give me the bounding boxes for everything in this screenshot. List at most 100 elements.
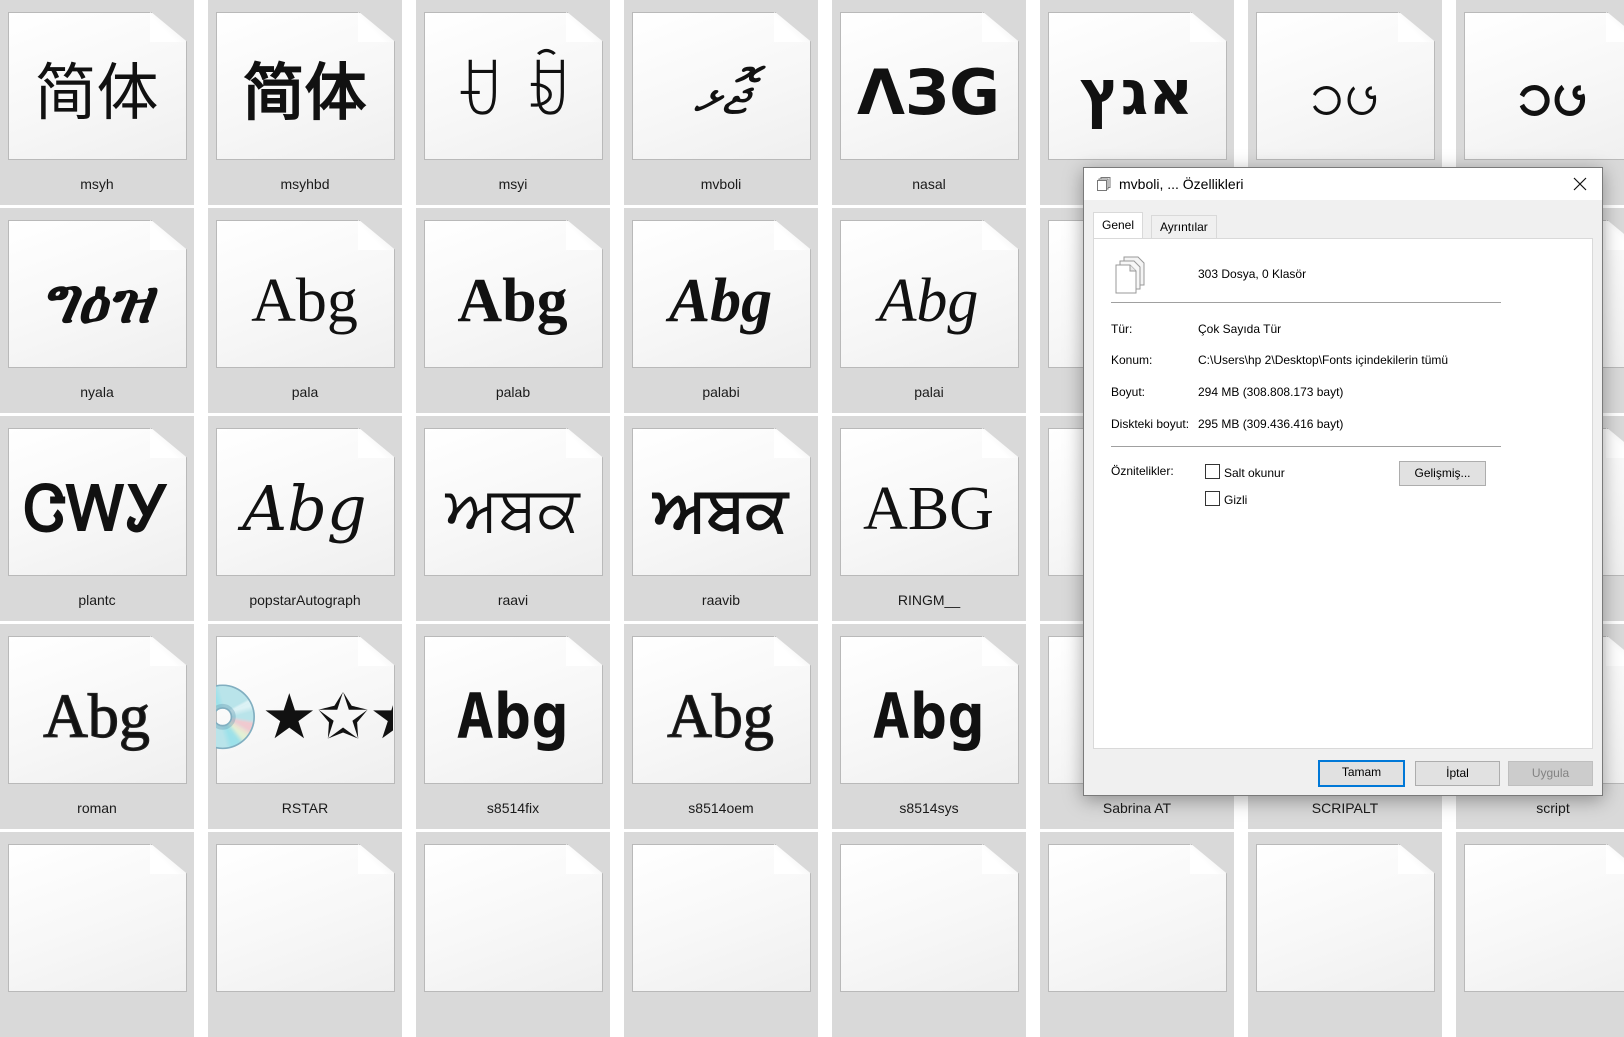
font-file-tile[interactable]: Abg palai <box>832 208 1026 413</box>
font-sample-preview: Abg <box>456 679 569 753</box>
font-file-tile[interactable]: ꀀ ꀁ msyi <box>416 0 610 205</box>
font-file-tile[interactable]: Abg s8514sys <box>832 624 1026 829</box>
page-fold-icon <box>982 636 1017 666</box>
page-fold-icon <box>1606 844 1624 874</box>
font-sample-preview: ၥၒ <box>1309 55 1380 129</box>
cancel-button[interactable]: İptal <box>1415 761 1500 786</box>
file-count: 303 Dosya, 0 Klasör <box>1198 267 1307 281</box>
tab-general[interactable]: Genel <box>1093 212 1144 238</box>
page-fold-icon <box>1190 844 1225 874</box>
page-fold-icon <box>774 844 809 874</box>
font-sample-preview: 💿★✩★ <box>216 679 393 753</box>
type-value: Çok Sayıda Tür <box>1198 322 1282 336</box>
page-fold-icon <box>1190 12 1225 42</box>
font-file-tile[interactable]: ਅਬਕ raavi <box>416 416 610 621</box>
page-fold-icon <box>566 12 601 42</box>
font-file-tile[interactable]: ግዕዝ nyala <box>0 208 194 413</box>
divider <box>1111 302 1501 303</box>
font-file-tile[interactable]: ABG RINGM__ <box>832 416 1026 621</box>
multiple-files-icon <box>1097 177 1111 191</box>
close-icon <box>1573 177 1587 191</box>
font-file-tile[interactable]: Abg palab <box>416 208 610 413</box>
page-fold-icon <box>774 428 809 458</box>
font-file-tile[interactable]: ΛЗG nasal <box>832 0 1026 205</box>
font-file-tile[interactable]: Abg roman <box>0 624 194 829</box>
font-file-tile[interactable]: 💿★✩★ RSTAR <box>208 624 402 829</box>
font-file-name: Sabrina AT <box>1102 800 1172 816</box>
font-file-tile[interactable]: Abg popstarAutograph <box>208 416 402 621</box>
page-fold-icon <box>150 220 185 250</box>
font-file-name: SCRIPALT <box>1311 800 1379 816</box>
attributes-label: Öznitelikler: <box>1111 464 1174 478</box>
location-label: Konum: <box>1111 353 1153 367</box>
font-sample-preview: Abg <box>878 266 979 335</box>
font-file-tile[interactable]: 简体 msyhbd <box>208 0 402 205</box>
page-fold-icon <box>358 636 393 666</box>
font-sample-preview <box>424 872 601 977</box>
hidden-label[interactable]: Gizli <box>1224 493 1247 507</box>
readonly-checkbox[interactable] <box>1205 464 1220 479</box>
font-file-tile[interactable]: ᏣᎳᎩ plantc <box>0 416 194 621</box>
font-file-tile[interactable] <box>1248 832 1442 1037</box>
page-fold-icon <box>1398 844 1433 874</box>
font-file-tile[interactable] <box>1456 832 1624 1037</box>
font-file-tile[interactable]: 简体 msyh <box>0 0 194 205</box>
font-sample-preview <box>1256 872 1433 977</box>
font-file-tile[interactable]: ޖޮޅ mvboli <box>624 0 818 205</box>
apply-button[interactable]: Uygula <box>1508 761 1593 786</box>
font-file-tile[interactable] <box>416 832 610 1037</box>
divider <box>1111 446 1501 447</box>
font-file-tile[interactable]: ਅਬਕ raavib <box>624 416 818 621</box>
font-sample-preview: Abg <box>43 682 151 751</box>
font-file-tile[interactable]: Abg s8514fix <box>416 624 610 829</box>
dialog-titlebar[interactable]: mvboli, ... Özellikleri <box>1084 168 1602 200</box>
font-file-tile[interactable] <box>0 832 194 1037</box>
properties-dialog: mvboli, ... Özellikleri Genel Ayrıntılar… <box>1083 167 1603 796</box>
page-fold-icon <box>1398 12 1433 42</box>
page-fold-icon <box>566 220 601 250</box>
font-file-tile[interactable]: Abg palabi <box>624 208 818 413</box>
font-sample-preview: ꀀ ꀁ <box>454 55 571 129</box>
advanced-button[interactable]: Gelişmiş... <box>1399 461 1486 486</box>
font-sample-preview <box>1048 872 1225 977</box>
font-file-name: s8514fix <box>486 800 540 816</box>
page-fold-icon <box>150 428 185 458</box>
font-file-tile[interactable]: Abg s8514oem <box>624 624 818 829</box>
close-button[interactable] <box>1558 168 1602 200</box>
page-fold-icon <box>566 844 601 874</box>
font-file-name: msyi <box>498 176 528 192</box>
disk-size-label: Diskteki boyut: <box>1111 417 1190 431</box>
font-file-name: palai <box>914 384 944 400</box>
hidden-checkbox[interactable] <box>1205 491 1220 506</box>
page-fold-icon <box>982 428 1017 458</box>
font-file-tile[interactable]: Abg pala <box>208 208 402 413</box>
font-sample-preview: ABG <box>863 474 994 543</box>
page-fold-icon <box>774 12 809 42</box>
disk-size-value: 295 MB (309.436.416 bayt) <box>1198 417 1344 431</box>
font-sample-preview: Abg <box>251 266 358 335</box>
font-file-name: msyhbd <box>280 176 330 192</box>
tab-details[interactable]: Ayrıntılar <box>1151 215 1217 238</box>
font-sample-preview: Abg <box>667 682 775 751</box>
font-sample-preview: ΛЗG <box>857 55 1000 129</box>
font-file-tile[interactable] <box>1040 832 1234 1037</box>
font-sample-preview: Abg <box>242 471 367 545</box>
location-value: C:\Users\hp 2\Desktop\Fonts içindekileri… <box>1198 353 1449 367</box>
font-sample-preview <box>1464 872 1624 977</box>
ok-button[interactable]: Tamam <box>1318 760 1405 787</box>
font-file-tile[interactable] <box>832 832 1026 1037</box>
font-sample-preview: Abg <box>872 679 985 753</box>
font-sample-preview: אגץ <box>1079 55 1194 129</box>
readonly-label[interactable]: Salt okunur <box>1224 466 1285 480</box>
size-value: 294 MB (308.808.173 bayt) <box>1198 385 1344 399</box>
font-file-name: RSTAR <box>281 800 329 816</box>
font-file-name: raavib <box>701 592 741 608</box>
font-file-tile[interactable] <box>208 832 402 1037</box>
multiple-files-icon <box>1115 256 1145 294</box>
font-file-name: msyh <box>80 176 114 192</box>
page-fold-icon <box>358 12 393 42</box>
font-file-name: palabi <box>702 384 740 400</box>
font-sample-preview: Abg <box>457 266 568 335</box>
page-fold-icon <box>774 220 809 250</box>
font-file-tile[interactable] <box>624 832 818 1037</box>
